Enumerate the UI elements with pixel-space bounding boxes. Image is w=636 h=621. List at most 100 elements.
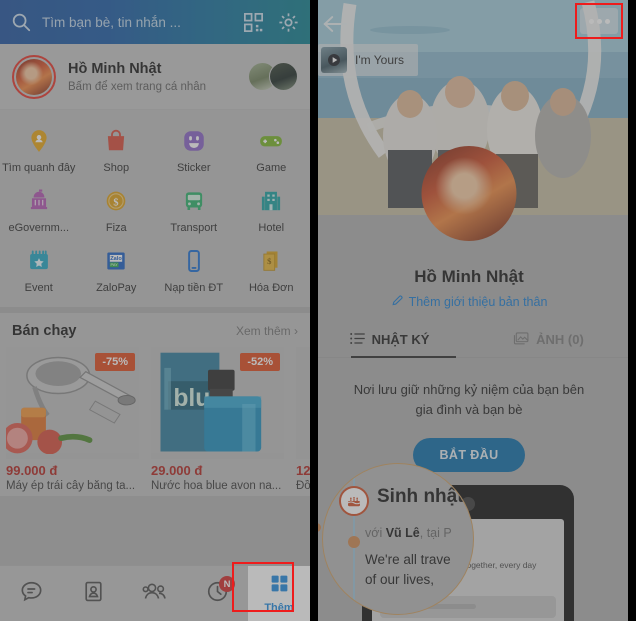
section-title: Bán chạy: [12, 323, 77, 340]
product-card[interactable]: -75% 99.000 đ Máy ép trái cây bằng ta...: [0, 347, 145, 492]
shortcut-tim-quanh-day[interactable]: Tìm quanh đây: [0, 120, 78, 180]
shortcut-transport[interactable]: Transport: [155, 180, 233, 240]
profile-subtitle: Bấm để xem trang cá nhân: [68, 81, 207, 94]
government-building-icon: [24, 186, 54, 216]
magnified-body-line2: of our lives,: [365, 571, 435, 587]
best-seller-header: Bán chạy Xem thêm ›: [0, 307, 310, 348]
dot: [588, 18, 594, 24]
shortcut-zalopay[interactable]: Zalo PAY ZaloPay: [78, 240, 156, 300]
see-more-link[interactable]: Xem thêm ›: [236, 324, 298, 338]
empty-state-line2: gia đình và bạn bè: [415, 402, 523, 418]
product-image: -52% blu: [151, 347, 284, 460]
profile-name: Hồ Minh Nhật: [68, 60, 162, 77]
shortcut-row: eGovernm... $ Fiza Transport Hotel: [0, 180, 310, 240]
product-name: Đồ: [296, 480, 310, 493]
magnified-sub-name: Vũ Lê: [385, 526, 420, 540]
magnified-subtitle: với Vũ Lê, tại P: [365, 526, 452, 540]
shortcut-sticker[interactable]: Sticker: [155, 120, 233, 180]
qr-code-icon[interactable]: [242, 11, 265, 34]
shortcut-egovernment[interactable]: eGovernm...: [0, 180, 78, 240]
see-more-label: Xem thêm: [235, 324, 291, 339]
product-card[interactable]: -52% blu 29.000 đ Nước hoa blue avon na.…: [145, 347, 290, 492]
empty-state: Nơi lưu giữ những kỷ niệm của bạn bên gi…: [310, 358, 628, 473]
shortcut-label: Event: [24, 281, 53, 294]
product-carousel[interactable]: -75% 99.000 đ Máy ép trái cây bằng ta...…: [0, 347, 310, 497]
shortcut-fiza[interactable]: $ Fiza: [78, 180, 156, 240]
shortcut-nap-tien-dt[interactable]: Nạp tiền ĐT: [155, 240, 233, 300]
photo-stack-icon: [513, 331, 529, 348]
product-card[interactable]: 128 Đồ: [290, 347, 310, 492]
nav-tab-more-label: Thêm: [264, 602, 294, 614]
avatar[interactable]: [12, 54, 56, 99]
product-price: 99.000 đ: [6, 463, 58, 479]
nav-tab-messages[interactable]: [0, 566, 62, 621]
story-thumb[interactable]: [269, 62, 298, 91]
dot: [596, 18, 602, 24]
magnified-timeline-dot: [348, 536, 360, 548]
dual-phone-screenshot: Tìm bạn bè, tin nhắn ... Hồ Minh Nhật Bấ…: [0, 0, 636, 621]
pencil-edit-icon: [391, 294, 404, 310]
shortcut-grid: Tìm quanh đây Shop Sticker Game eGovernm…: [0, 110, 311, 308]
calendar-star-icon: [24, 246, 54, 276]
profile-tabs: NHẬT KÝ ẢNH (0): [310, 324, 628, 358]
shortcut-row: Tìm quanh đây Shop Sticker Game: [0, 120, 310, 180]
notification-badge: N: [219, 576, 235, 592]
search-icon[interactable]: [10, 11, 32, 33]
shortcut-hotel[interactable]: Hotel: [233, 180, 311, 240]
music-title: I'm Yours: [355, 53, 404, 67]
shortcut-label: Shop: [103, 162, 130, 174]
chat-bubble-icon: [19, 579, 44, 609]
shortcut-label: Hotel: [258, 221, 285, 234]
nav-tab-groups[interactable]: [124, 566, 186, 621]
add-bio-link[interactable]: Thêm giới thiệu bản thân: [310, 294, 628, 310]
search-input[interactable]: Tìm bạn bè, tin nhắn ...: [42, 15, 230, 30]
hotel-building-icon: [256, 186, 286, 216]
nav-tab-more[interactable]: Thêm: [248, 566, 310, 621]
magnified-body-line1: We're all trave: [365, 552, 451, 567]
empty-state-line1: Nơi lưu giữ những kỷ niệm của bạn bên: [353, 382, 585, 397]
gear-icon[interactable]: [277, 11, 300, 34]
shortcut-label: Hóa Đơn: [248, 281, 294, 294]
shortcut-label: Transport: [170, 221, 218, 234]
gamepad-icon: [256, 126, 286, 156]
back-arrow-icon[interactable]: [322, 14, 348, 34]
magnified-sub-prefix: với: [365, 526, 383, 540]
shortcut-label: Game: [256, 162, 287, 174]
magnifier-overlay: Sinh nhật với Vũ Lê, tại P We're all tra…: [322, 463, 474, 615]
tab-nhat-ky[interactable]: NHẬT KÝ: [310, 324, 469, 357]
shortcut-label: Sticker: [176, 162, 211, 174]
tab-anh[interactable]: ẢNH (0): [469, 324, 628, 357]
bottom-navigation: N Thêm: [0, 565, 310, 621]
mobile-phone-icon: [179, 246, 209, 276]
shortcut-shop[interactable]: Shop: [78, 120, 156, 180]
shortcut-label: ZaloPay: [96, 281, 137, 294]
magnified-body: We're all trave of our lives,: [365, 550, 451, 589]
magnified-sub-at: , tại P: [419, 526, 452, 540]
nav-tab-contacts[interactable]: [62, 566, 124, 621]
dollar-coin-icon: $: [101, 186, 131, 216]
tab-label: NHẬT KÝ: [371, 332, 430, 347]
avatar[interactable]: [421, 146, 517, 241]
group-people-icon: [141, 579, 169, 609]
shortcut-game[interactable]: Game: [233, 120, 311, 180]
story-thumbnails[interactable]: [248, 62, 298, 91]
nav-tab-timeline[interactable]: N: [186, 566, 248, 621]
more-options-icon[interactable]: [580, 8, 618, 34]
birthday-cake-icon: [339, 486, 369, 516]
product-price: 128: [296, 463, 310, 479]
cover-music-chip[interactable]: I'm Yours: [318, 44, 418, 76]
tab-label: ẢNH (0): [536, 332, 584, 347]
svg-text:$: $: [114, 197, 119, 208]
chevron-right-icon: ›: [294, 324, 298, 339]
shortcut-event[interactable]: Event: [0, 240, 78, 300]
right-phone-screen: I'm Yours Hồ Minh Nhật Thêm giới thiệu b…: [310, 0, 628, 621]
svg-text:PAY: PAY: [111, 262, 119, 267]
shortcut-label: Fiza: [105, 221, 127, 234]
page-title: Hồ Minh Nhật: [414, 267, 524, 286]
product-price: 29.000 đ: [151, 463, 203, 479]
magnified-title: Sinh nhật: [377, 486, 464, 507]
list-icon: [349, 332, 365, 348]
invoice-icon: $: [256, 246, 286, 276]
shortcut-hoa-don[interactable]: $ Hóa Đơn: [233, 240, 311, 300]
profile-shortcut-row[interactable]: Hồ Minh Nhật Bấm để xem trang cá nhân: [0, 44, 310, 110]
